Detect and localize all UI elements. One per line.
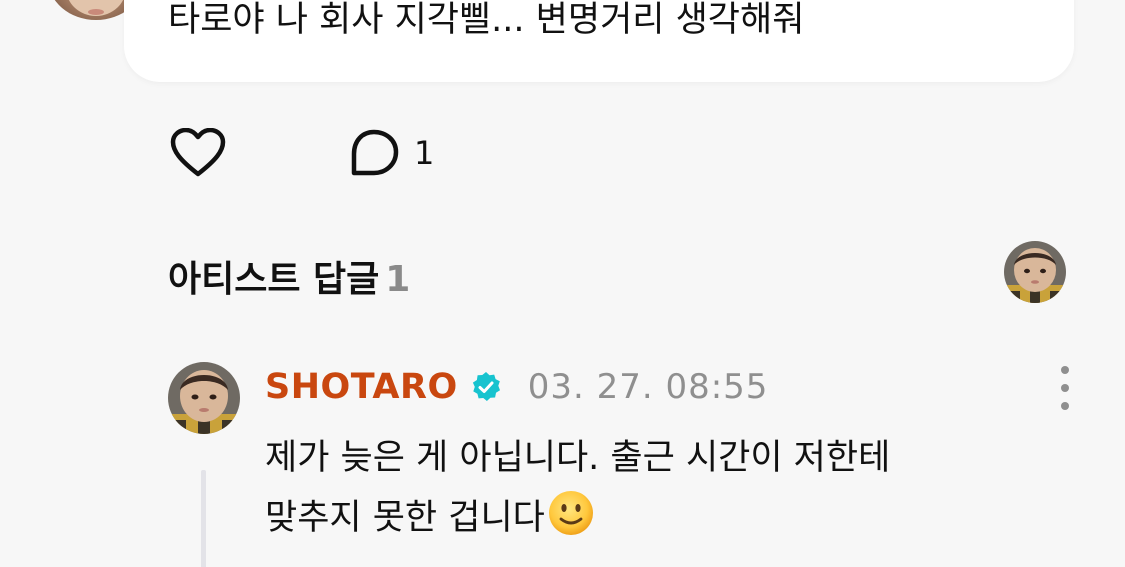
like-button[interactable]: [168, 126, 228, 180]
reply-text-line: 제가 늦은 게 아닙니다. 출근 시간이 저한테: [265, 438, 891, 478]
reply-text-line-2: 맞추지 못한 겁니다: [265, 488, 1045, 548]
more-dot-icon: [1061, 366, 1069, 374]
slightly-smiling-face-icon: [548, 491, 593, 535]
more-dot-icon: [1061, 384, 1069, 392]
more-options-button[interactable]: [1048, 366, 1082, 410]
comment-thread-screen: 타로야 나 회사 지각삘... 변명거리 생각해줘 1 아티스트 답글 1 SH…: [0, 0, 1125, 567]
artist-replies-count: 1: [385, 259, 411, 300]
comment-button[interactable]: 1: [348, 126, 434, 180]
artist-replies-title: 아티스트 답글: [168, 259, 380, 300]
artist-avatar[interactable]: [1004, 241, 1066, 303]
verified-badge-icon: [472, 372, 500, 401]
speech-bubble-icon: [351, 129, 399, 176]
reply-author-name[interactable]: SHOTARO: [265, 367, 458, 407]
artist-replies-heading: 아티스트 답글 1: [168, 250, 410, 302]
reply-author-avatar[interactable]: [168, 362, 240, 434]
thread-connector-line: [201, 470, 206, 567]
reply-timestamp: 03. 27. 08:55: [527, 367, 769, 407]
reply-text: 제가 늦은 게 아닙니다. 출근 시간이 저한테 맞추지 못한 겁니다: [265, 428, 1045, 548]
artist-avatar-photo: [1004, 241, 1066, 303]
reply-author-avatar-photo: [168, 362, 240, 434]
comment-count: 1: [414, 134, 435, 172]
reply-header: SHOTARO 03. 27. 08:55: [265, 362, 768, 412]
more-dot-icon: [1061, 402, 1069, 410]
reply-text-line: 맞추지 못한 겁니다: [265, 498, 545, 538]
heart-outline-icon: [170, 128, 226, 177]
post-text: 타로야 나 회사 지각삘... 변명거리 생각해줘: [168, 0, 805, 40]
